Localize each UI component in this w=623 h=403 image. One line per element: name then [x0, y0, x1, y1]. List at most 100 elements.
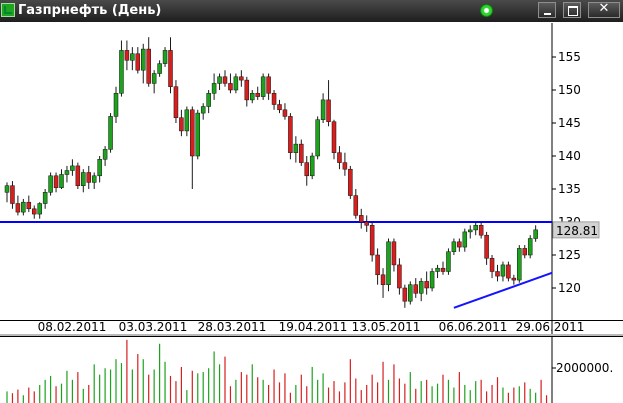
- price-tick-label: 125: [558, 248, 581, 262]
- candle-down: [135, 53, 141, 71]
- candle-down: [179, 117, 184, 132]
- candle-up: [462, 231, 468, 248]
- candle-up: [533, 229, 538, 239]
- candle-down: [304, 162, 309, 177]
- date-label: 08.02.2011: [38, 320, 107, 334]
- candle-up: [473, 225, 478, 231]
- candle-down: [168, 50, 173, 87]
- candle-down: [478, 225, 484, 236]
- candle-down: [342, 162, 348, 170]
- candle-up: [119, 50, 124, 94]
- candle-up: [451, 241, 457, 252]
- candle-down: [239, 76, 244, 81]
- candle-down: [15, 203, 21, 213]
- candle-down: [10, 185, 15, 204]
- candle-down: [506, 264, 511, 279]
- price-tick-label: 120: [558, 281, 581, 295]
- price-chart[interactable]: 12012513013514014515015508.02.201103.03.…: [0, 0, 623, 403]
- candle-up: [293, 143, 299, 153]
- candle-up: [250, 93, 255, 101]
- candle-up: [408, 284, 413, 302]
- date-label: 29.06.2011: [516, 320, 585, 334]
- candle-up: [157, 63, 162, 74]
- candle-down: [331, 121, 337, 153]
- volume-axis-label: 2000000.: [556, 361, 613, 375]
- candle-down: [299, 143, 304, 163]
- candle-down: [359, 215, 364, 223]
- candle-down: [337, 152, 342, 163]
- price-tick-label: 150: [558, 83, 581, 97]
- candle-up: [320, 99, 326, 120]
- current-price-label: 128.81: [556, 224, 598, 238]
- candle-up: [435, 267, 440, 272]
- price-tick-label: 140: [558, 149, 581, 163]
- candle-down: [495, 271, 500, 277]
- candle-down: [522, 248, 527, 256]
- candle-up: [233, 76, 239, 91]
- candle-up: [527, 238, 533, 256]
- candle-up: [418, 281, 424, 294]
- candle-down: [348, 168, 353, 196]
- candle-down: [397, 264, 402, 289]
- candle-down: [146, 48, 151, 84]
- candle-down: [282, 109, 288, 117]
- candle-up: [141, 48, 146, 71]
- candle-down: [364, 221, 369, 226]
- panel-splitter[interactable]: [0, 334, 623, 336]
- candle-down: [391, 241, 397, 266]
- candle-up: [151, 73, 157, 84]
- candle-up: [48, 175, 53, 193]
- candle-up: [260, 76, 266, 97]
- candle-up: [468, 229, 473, 233]
- candle-down: [440, 267, 446, 272]
- candle-up: [446, 251, 451, 272]
- candle-up: [130, 53, 135, 61]
- candle-up: [21, 201, 26, 213]
- candle-up: [42, 192, 48, 204]
- candle-down: [255, 93, 260, 97]
- date-label: 03.03.2011: [119, 320, 188, 334]
- candle-up: [217, 76, 222, 84]
- candle-up: [500, 264, 506, 277]
- candle-up: [64, 170, 70, 175]
- price-tick-label: 135: [558, 182, 581, 196]
- candle-down: [190, 109, 195, 157]
- candle-up: [195, 112, 200, 157]
- candle-down: [288, 116, 293, 153]
- candle-up: [386, 241, 391, 285]
- candle-up: [162, 50, 168, 64]
- candle-down: [511, 277, 517, 281]
- candle-up: [113, 93, 119, 117]
- candle-down: [86, 172, 91, 183]
- candle-down: [484, 234, 489, 259]
- candle-down: [124, 50, 130, 61]
- candle-down: [53, 175, 59, 188]
- price-tick-label: 145: [558, 116, 581, 130]
- candle-down: [375, 254, 380, 276]
- candle-down: [26, 201, 32, 210]
- candle-up: [4, 185, 10, 193]
- candle-up: [200, 106, 206, 114]
- candle-down: [489, 258, 495, 272]
- candle-down: [413, 284, 418, 294]
- candle-down: [173, 86, 179, 118]
- candle-up: [429, 271, 435, 289]
- candle-up: [102, 149, 108, 160]
- candle-down: [380, 274, 386, 285]
- date-label: 19.04.2011: [279, 320, 348, 334]
- candle-down: [266, 76, 271, 94]
- candle-up: [70, 165, 75, 171]
- candle-up: [37, 203, 42, 215]
- candle-down: [32, 208, 37, 215]
- candle-up: [517, 248, 522, 281]
- candle-down: [326, 99, 331, 122]
- candle-up: [81, 172, 86, 186]
- candle-down: [457, 241, 462, 248]
- candle-down: [402, 287, 408, 302]
- candle-down: [271, 93, 277, 105]
- candle-down: [222, 76, 228, 84]
- candle-down: [75, 165, 81, 186]
- candle-up: [206, 93, 211, 107]
- candle-up: [315, 119, 320, 157]
- candle-up: [211, 83, 217, 94]
